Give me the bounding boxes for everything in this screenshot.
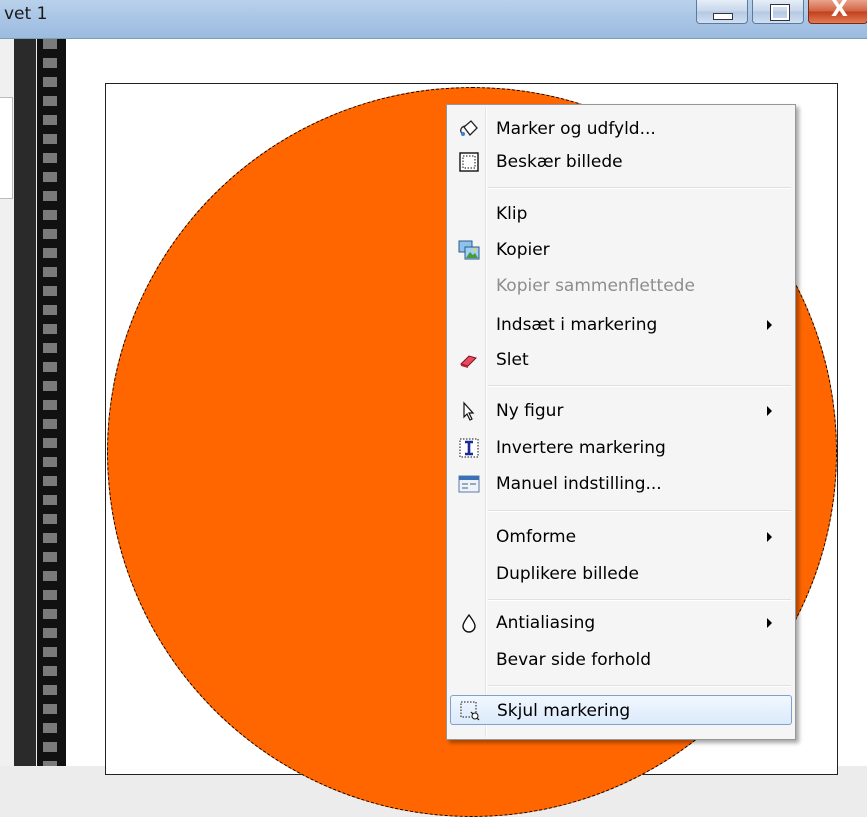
window-titlebar: vet 1 X: [0, 0, 867, 39]
menu-item-label: Invertere markering: [496, 438, 666, 458]
menu-item-label: Kopier sammenflettede: [496, 276, 695, 296]
menu-item-manual-setting[interactable]: Manuel indstilling...: [450, 469, 792, 499]
crop-icon: [459, 152, 479, 172]
menu-item-delete[interactable]: Slet: [450, 345, 792, 375]
menu-item-label: Antialiasing: [496, 613, 596, 633]
menu-item-label: Slet: [496, 350, 529, 370]
filmstrip-holes: [43, 39, 57, 766]
menu-separator: [488, 187, 791, 189]
pointer-icon: [463, 401, 475, 421]
dark-side-strip: [14, 39, 36, 766]
menu-separator: [488, 510, 791, 512]
window-title: vet 1: [4, 4, 48, 24]
menu-item-new-shape[interactable]: Ny figur: [450, 396, 792, 426]
menu-item-crop-image[interactable]: Beskær billede: [450, 147, 792, 177]
menu-item-label: Kopier: [496, 240, 550, 260]
context-menu: Marker og udfyld... Beskær billede Klip …: [446, 104, 796, 740]
menu-item-label: Indsæt i markering: [496, 315, 658, 335]
submenu-arrow-icon: [767, 406, 772, 416]
invert-selection-icon: [459, 438, 479, 458]
paint-bucket-icon: [460, 120, 478, 136]
menu-item-copy-merged: Kopier sammenflettede: [450, 271, 792, 301]
left-panel: [0, 39, 14, 766]
menu-item-label: Ny figur: [496, 401, 564, 421]
menu-item-hide-selection[interactable]: Skjul markering: [450, 695, 792, 725]
menu-item-copy[interactable]: Kopier: [450, 235, 792, 265]
menu-item-label: Klip: [496, 204, 528, 224]
menu-item-select-and-fill[interactable]: Marker og udfyld...: [450, 114, 792, 144]
filmstrip: [37, 39, 66, 766]
menu-item-label: Manuel indstilling...: [496, 474, 662, 494]
menu-separator: [488, 599, 791, 601]
menu-item-label: Beskær billede: [496, 152, 623, 172]
menu-item-keep-aspect-ratio[interactable]: Bevar side forhold: [450, 645, 792, 675]
minimize-icon: [713, 13, 733, 20]
menu-item-label: Bevar side forhold: [496, 650, 651, 670]
close-icon: X: [831, 0, 848, 22]
maximize-button[interactable]: [752, 0, 804, 24]
submenu-arrow-icon: [767, 320, 772, 330]
close-button[interactable]: X: [808, 0, 867, 24]
eraser-icon: [460, 355, 477, 368]
menu-item-duplicate-image[interactable]: Duplikere billede: [450, 559, 792, 589]
copy-image-icon: [458, 240, 480, 260]
menu-item-transform[interactable]: Omforme: [450, 522, 792, 552]
menu-item-label: Marker og udfyld...: [496, 119, 656, 139]
submenu-arrow-icon: [767, 532, 772, 542]
menu-item-invert-selection[interactable]: Invertere markering: [450, 433, 792, 463]
drop-icon: [462, 613, 476, 633]
menu-item-label: Skjul markering: [497, 701, 631, 721]
menu-item-label: Omforme: [496, 527, 577, 547]
hide-selection-icon: [460, 701, 480, 721]
menu-item-label: Duplikere billede: [496, 564, 639, 584]
left-panel-box[interactable]: [0, 97, 13, 199]
minimize-button[interactable]: [696, 0, 748, 24]
menu-separator: [488, 685, 791, 687]
menu-item-cut[interactable]: Klip: [450, 199, 792, 229]
maximize-icon: [770, 4, 790, 21]
manual-settings-icon: [458, 475, 480, 493]
menu-item-paste-into-selection[interactable]: Indsæt i markering: [450, 310, 792, 340]
menu-item-antialiasing[interactable]: Antialiasing: [450, 608, 792, 638]
submenu-arrow-icon: [767, 618, 772, 628]
menu-separator: [488, 385, 791, 387]
